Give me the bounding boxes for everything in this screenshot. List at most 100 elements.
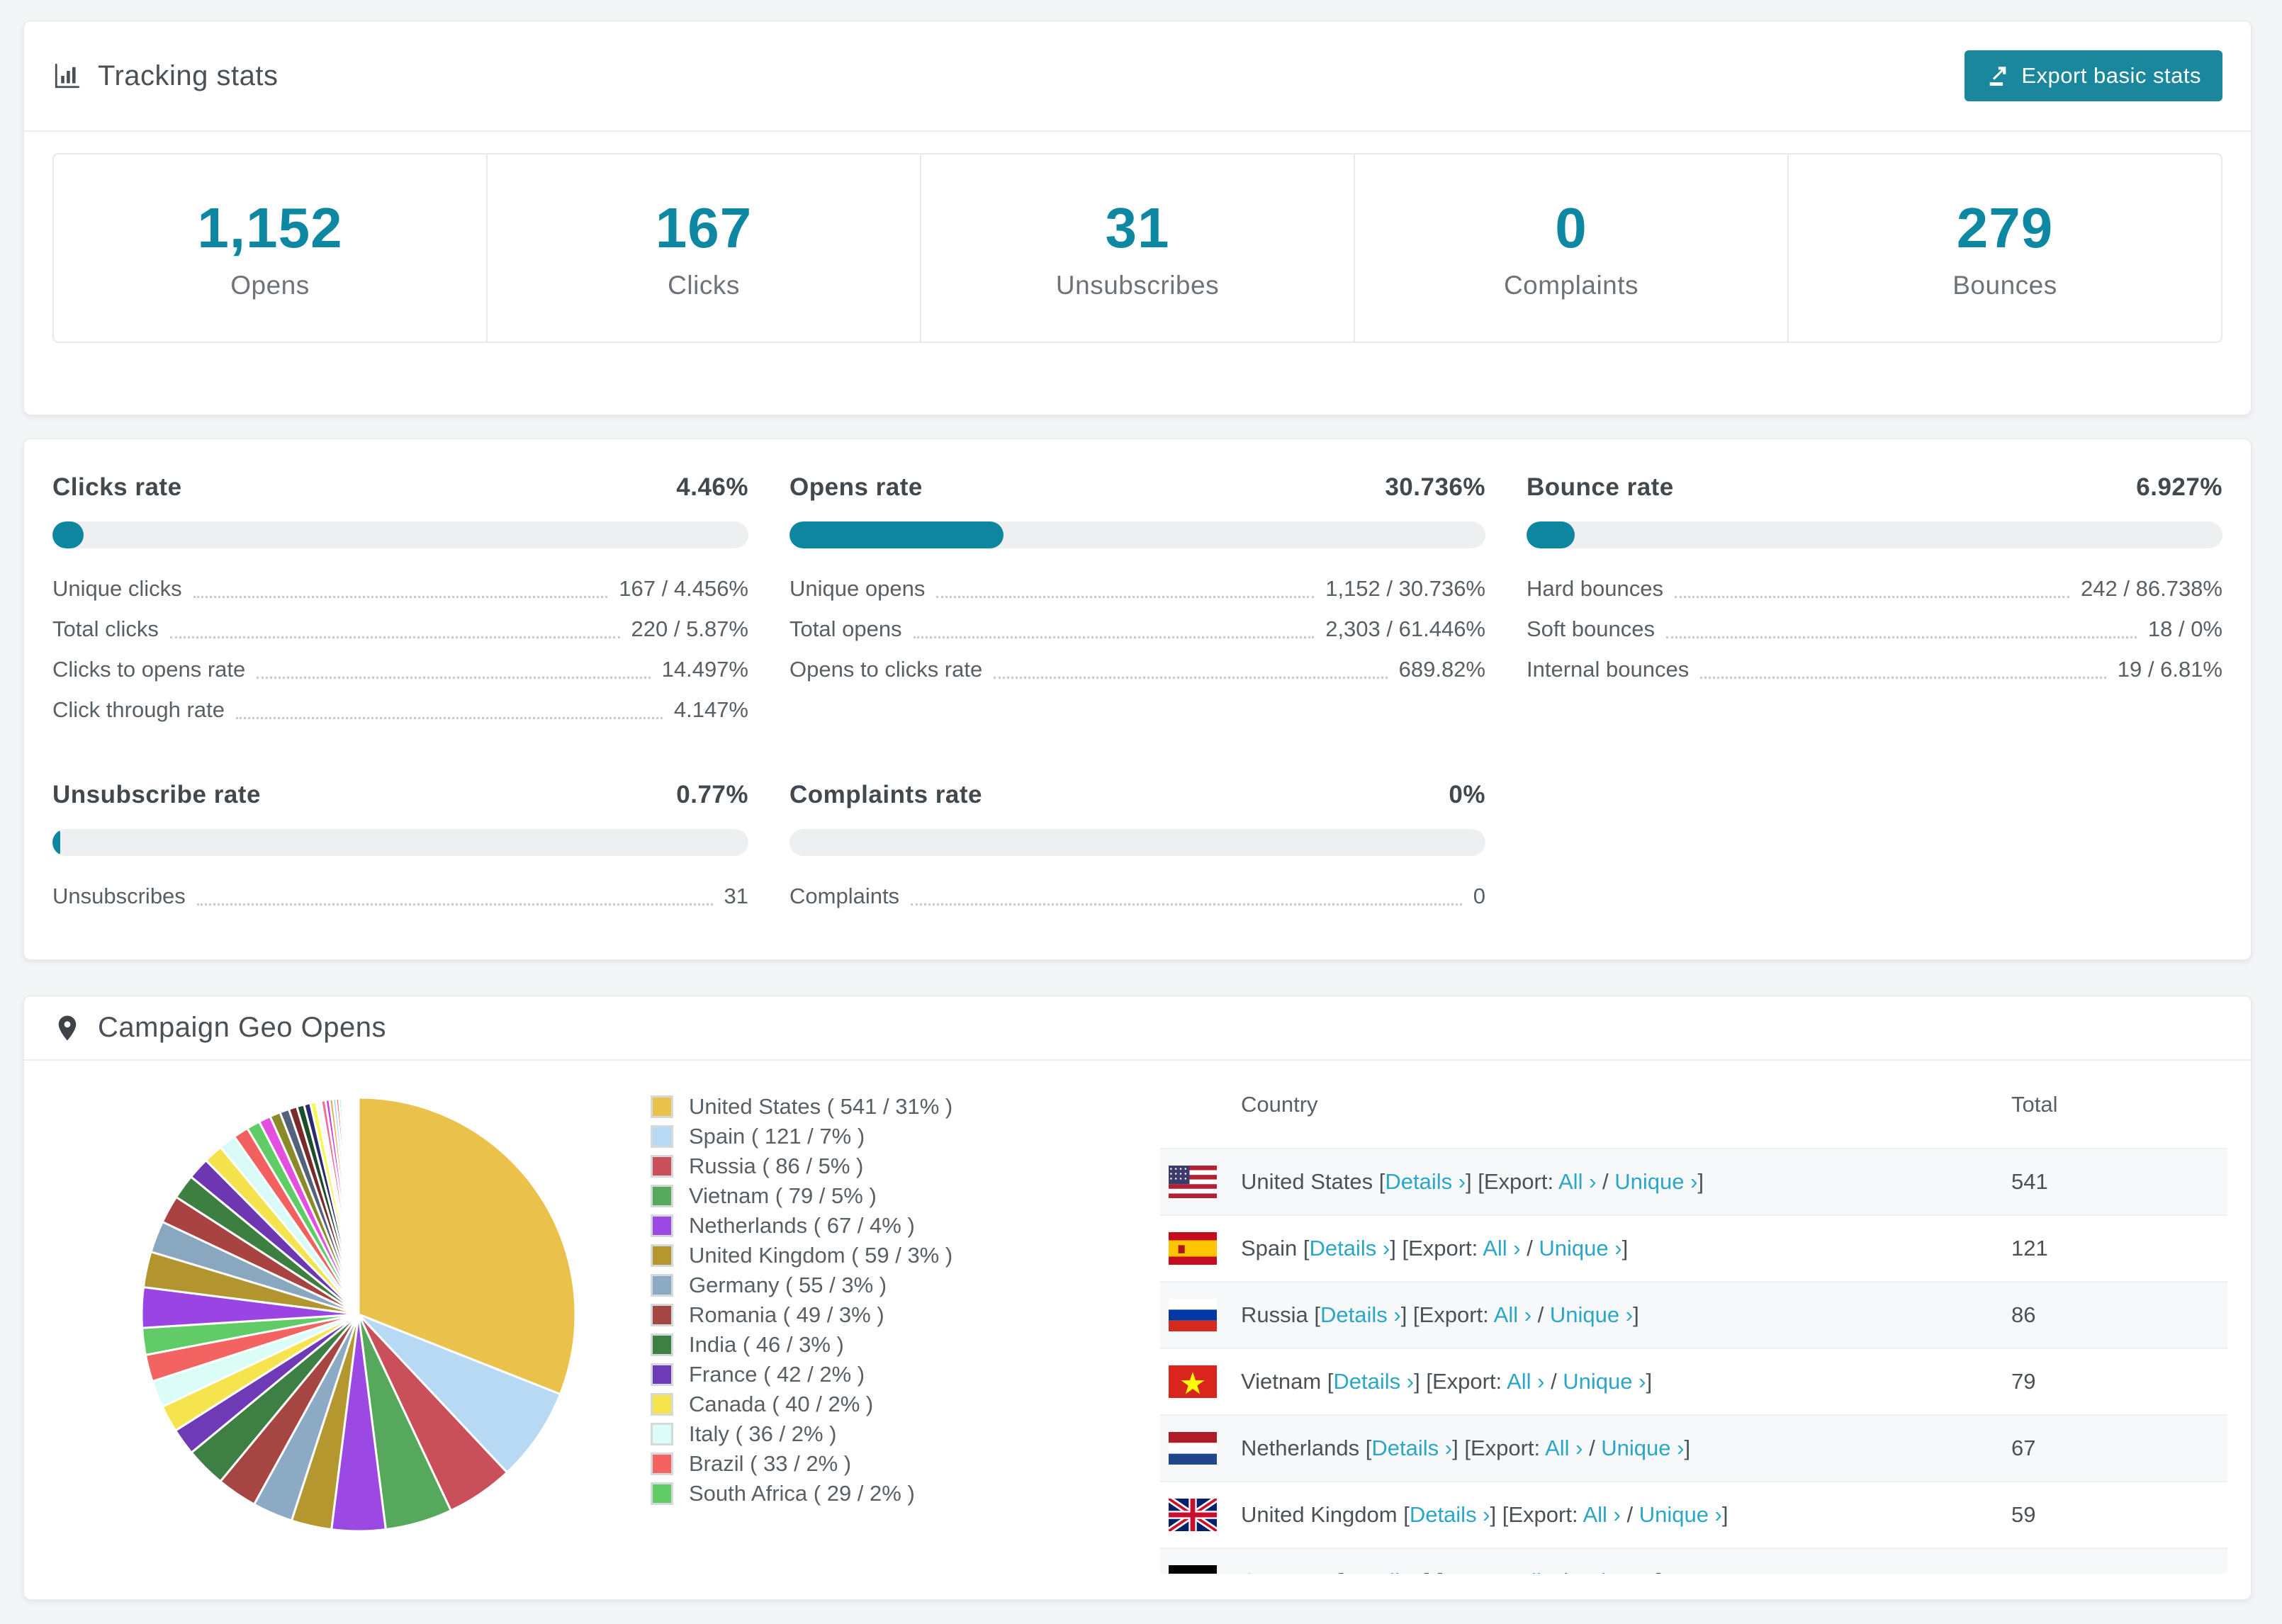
rate-row-value: 31 [724, 884, 748, 908]
export-unique-link[interactable]: Unique › [1539, 1236, 1621, 1261]
export-unique-link[interactable]: Unique › [1601, 1436, 1684, 1460]
rate-row-value: 689.82% [1398, 657, 1485, 682]
legend-swatch [651, 1363, 673, 1386]
legend-item-netherlands: Netherlands ( 67 / 4% ) [651, 1211, 952, 1241]
details-link[interactable]: Details › [1310, 1236, 1390, 1261]
rate-title-row: Unsubscribe rate 0.77% [52, 781, 748, 809]
bracket-text: [ [1303, 1236, 1310, 1261]
stat-value: 167 [655, 196, 753, 259]
details-link[interactable]: Details › [1385, 1169, 1466, 1194]
export-unique-link[interactable]: Unique › [1563, 1369, 1646, 1394]
dotted-leader [1665, 636, 2137, 638]
tracking-stats-header: Tracking stats Export basic stats [24, 21, 2251, 132]
table-row-vn: Vietnam [Details ›] [Export: All › / Uni… [1160, 1348, 2227, 1414]
details-link[interactable]: Details › [1371, 1436, 1452, 1460]
rate-progressbar [789, 829, 1485, 856]
legend-swatch [651, 1185, 673, 1207]
dotted-leader [911, 903, 1462, 906]
bracket-text: ] [1646, 1369, 1653, 1394]
country-cell: United Kingdom [Details ›] [Export: All … [1241, 1502, 2011, 1528]
export-all-link[interactable]: All › [1517, 1569, 1554, 1574]
legend-item-vietnam: Vietnam ( 79 / 5% ) [651, 1181, 952, 1211]
legend-label: Russia ( 86 / 5% ) [689, 1154, 864, 1178]
export-unique-link[interactable]: Unique › [1573, 1569, 1656, 1574]
rate-row: Soft bounces 18 / 0% [1527, 603, 2222, 643]
details-link[interactable]: Details › [1333, 1369, 1414, 1394]
rate-section-opens-rate: Opens rate 30.736% Unique opens 1,152 / 30.… [789, 473, 1485, 724]
export-unique-link[interactable]: Unique › [1614, 1169, 1697, 1194]
export-all-link[interactable]: All › [1507, 1369, 1544, 1394]
rate-row-label: Unique clicks [52, 576, 182, 601]
dotted-leader [257, 677, 651, 679]
rate-row-value: 19 / 6.81% [2117, 657, 2222, 682]
rate-row-value: 1,152 / 30.736% [1325, 576, 1485, 601]
export-all-link[interactable]: All › [1558, 1169, 1596, 1194]
legend-item-united-states: United States ( 541 / 31% ) [651, 1092, 952, 1122]
legend-label: United States ( 541 / 31% ) [689, 1094, 953, 1119]
bracket-text: ] [Export: [1414, 1369, 1507, 1394]
legend-item-canada: Canada ( 40 / 2% ) [651, 1389, 952, 1419]
legend-item-south-africa: South Africa ( 29 / 2% ) [651, 1479, 952, 1509]
rate-row-label: Unsubscribes [52, 884, 186, 908]
rate-rows: Unique opens 1,152 / 30.736% Total opens 2,… [789, 563, 1485, 684]
stat-value: 0 [1555, 196, 1587, 259]
rate-title-row: Bounce rate 6.927% [1527, 473, 2222, 502]
rate-row-value: 242 / 86.738% [2081, 576, 2222, 601]
total-cell: 79 [2011, 1369, 2036, 1394]
export-basic-stats-button[interactable]: Export basic stats [1965, 50, 2222, 101]
details-link[interactable]: Details › [1344, 1569, 1424, 1574]
export-unique-link[interactable]: Unique › [1550, 1302, 1633, 1327]
legend-swatch [651, 1125, 673, 1148]
flag-gb [1169, 1499, 1217, 1531]
geo-title: Campaign Geo Opens [98, 1012, 387, 1043]
details-link[interactable]: Details › [1410, 1502, 1490, 1527]
bracket-text: / [1544, 1369, 1563, 1394]
export-unique-link[interactable]: Unique › [1639, 1502, 1722, 1527]
stat-cell-clicks: 167 Clicks [486, 154, 920, 342]
country-cell: Netherlands [Details ›] [Export: All › /… [1241, 1436, 2011, 1461]
legend-swatch [651, 1244, 673, 1267]
details-link[interactable]: Details › [1320, 1302, 1401, 1327]
rate-row-value: 4.147% [673, 697, 748, 722]
bracket-text: [ [1337, 1569, 1344, 1574]
table-row-es: Spain [Details ›] [Export: All › / Uniqu… [1160, 1214, 2227, 1281]
legend-label: Spain ( 121 / 7% ) [689, 1124, 865, 1149]
dotted-leader [235, 717, 663, 719]
rate-row-label: Opens to clicks rate [789, 657, 983, 682]
stats-strip: 1,152 Opens 167 Clicks 31 Unsubscribes 0 Compla… [52, 153, 2222, 343]
flag-ru [1169, 1299, 1217, 1331]
stat-value: 1,152 [197, 196, 343, 259]
rate-rows: Complaints 0 [789, 870, 1485, 910]
stat-label: Clicks [668, 271, 740, 300]
rate-percent: 4.46% [676, 473, 748, 501]
country-cell: United States [Details ›] [Export: All ›… [1241, 1169, 2011, 1195]
rate-row-value: 167 / 4.456% [619, 576, 748, 601]
export-all-link[interactable]: All › [1583, 1502, 1620, 1527]
export-all-link[interactable]: All › [1545, 1436, 1583, 1460]
rate-title: Opens rate [789, 473, 923, 501]
bracket-text: ] [1633, 1302, 1639, 1327]
geo-header: Campaign Geo Opens [24, 996, 2251, 1061]
export-all-link[interactable]: All › [1483, 1236, 1520, 1261]
stat-cell-opens: 1,152 Opens [54, 154, 486, 342]
rate-row: Clicks to opens rate 14.497% [52, 643, 748, 684]
dotted-leader [1700, 677, 2106, 679]
legend-item-romania: Romania ( 49 / 3% ) [651, 1300, 952, 1330]
bracket-text: ] [Export: [1490, 1502, 1583, 1527]
rate-row-label: Unique opens [789, 576, 926, 601]
legend-label: United Kingdom ( 59 / 3% ) [689, 1243, 953, 1268]
map-pin-icon [58, 1015, 77, 1040]
column-header-country: Country [1241, 1091, 1318, 1117]
rate-row-value: 0 [1473, 884, 1485, 908]
legend-label: South Africa ( 29 / 2% ) [689, 1481, 915, 1506]
bracket-text: ] [1656, 1569, 1663, 1574]
rate-row-value: 2,303 / 61.446% [1325, 616, 1485, 641]
rate-row: Unique opens 1,152 / 30.736% [789, 563, 1485, 603]
legend-swatch [651, 1274, 673, 1297]
rate-row-value: 18 / 0% [2147, 616, 2222, 641]
stat-label: Unsubscribes [1055, 271, 1220, 300]
export-all-link[interactable]: All › [1494, 1302, 1531, 1327]
rate-progressbar [52, 521, 748, 548]
legend-swatch [651, 1453, 673, 1475]
rate-row-label: Hard bounces [1527, 576, 1664, 601]
